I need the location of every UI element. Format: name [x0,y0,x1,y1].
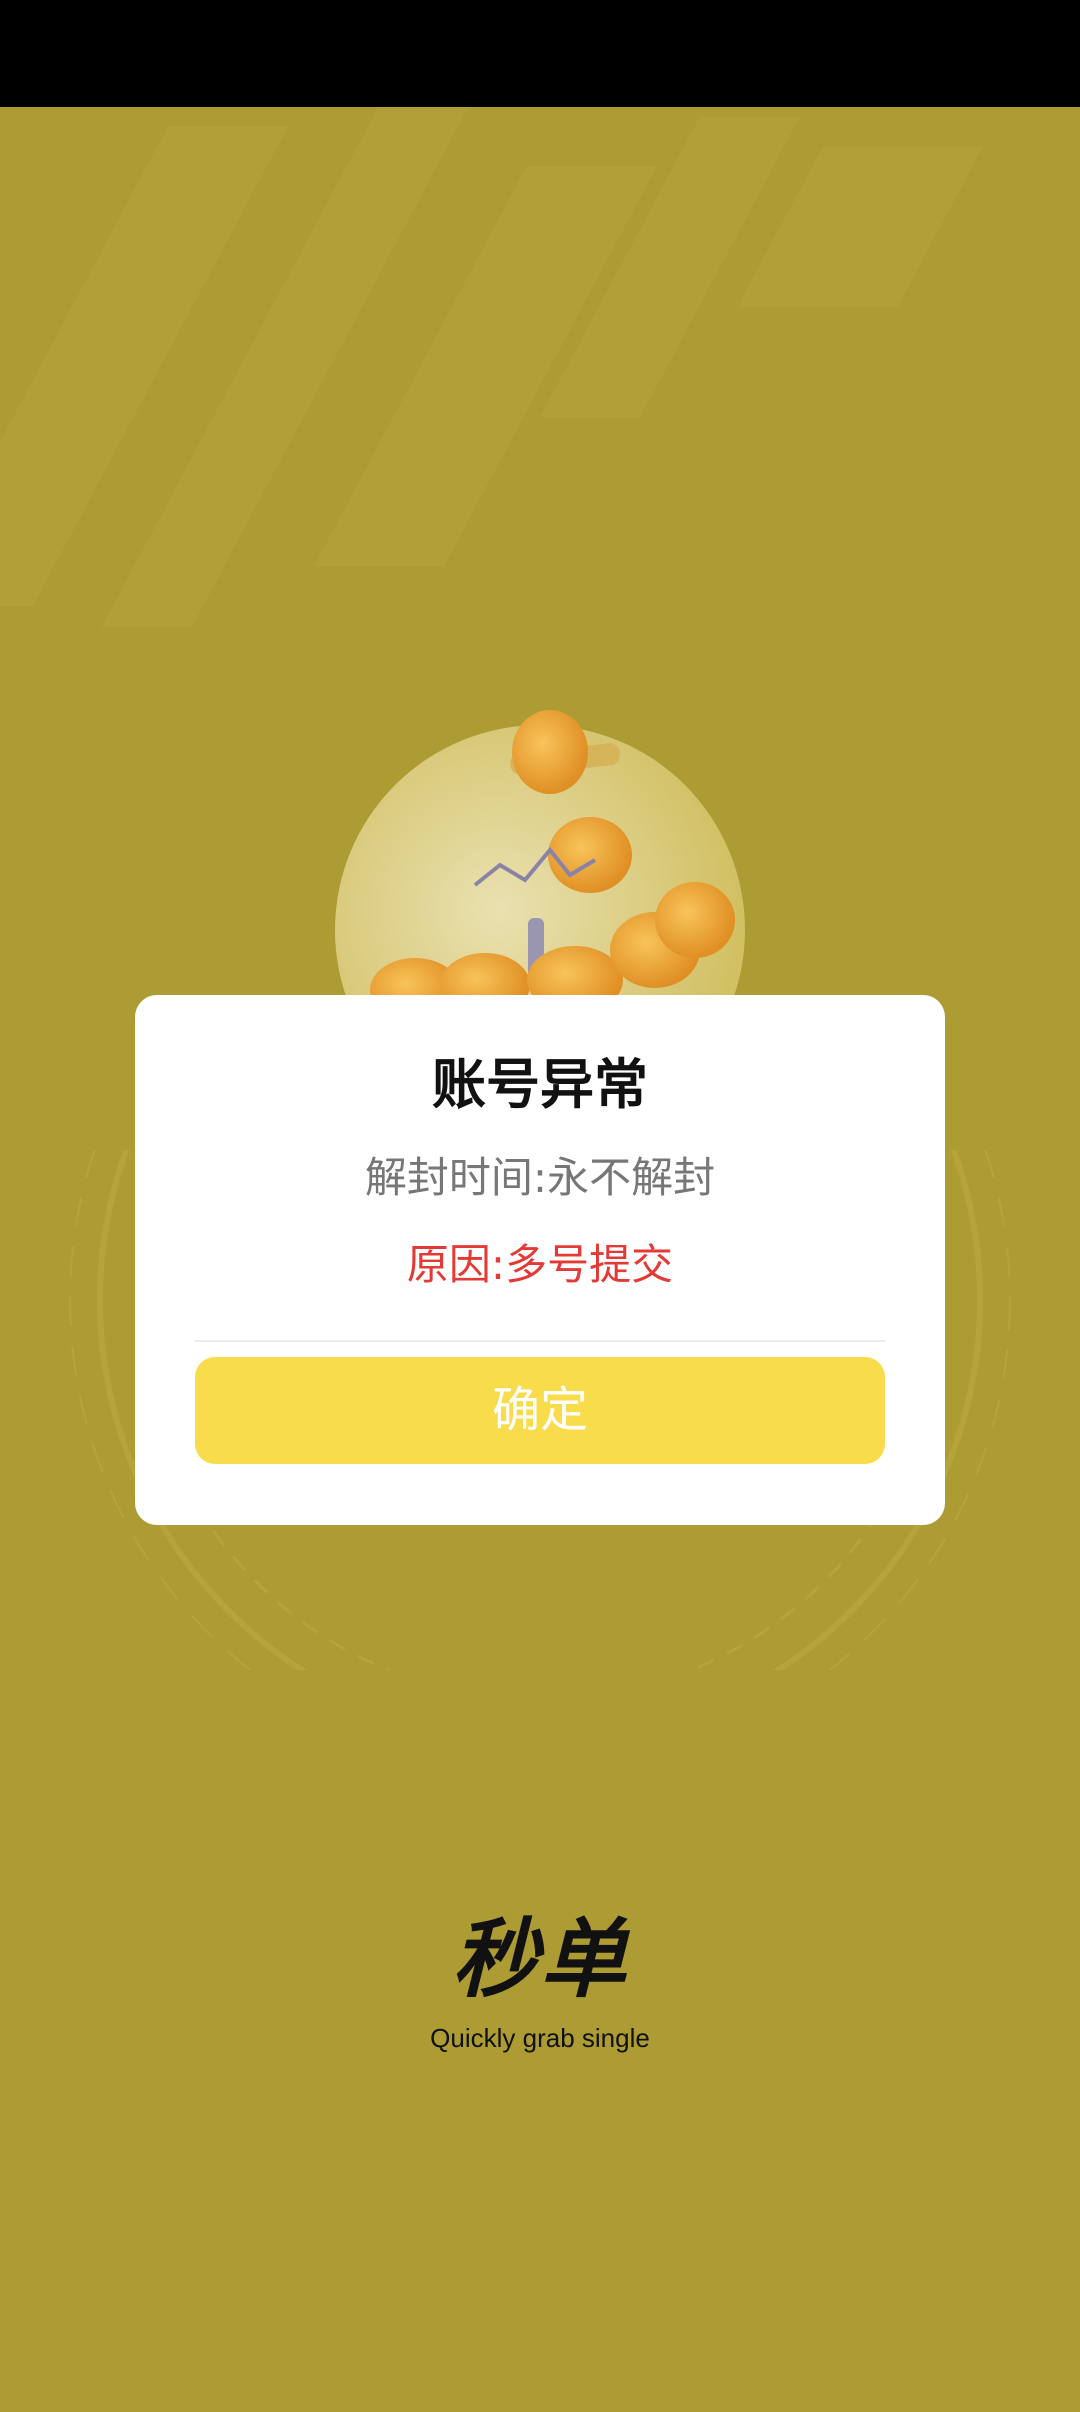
dialog-divider [195,1340,885,1342]
confirm-button[interactable]: 确定 [195,1357,885,1464]
reason-text: 原因:多号提交 [406,1240,674,1289]
dialog-title: 账号异常 [432,1053,648,1116]
status-bar [0,0,1080,107]
brand-tagline: Quickly grab single [430,2023,650,2053]
account-abnormal-dialog: 账号异常 解封时间:永不解封 原因:多号提交 确定 [135,995,945,1525]
unban-time-text: 解封时间:永不解封 [364,1153,716,1202]
coin-jar-illustration [335,710,745,1000]
app-screen: 账号异常 解封时间:永不解封 原因:多号提交 确定 秒单 Quickly gra… [0,0,1080,2412]
brand-logo: 秒单 [452,1910,628,2010]
background-watermark [0,107,1080,667]
